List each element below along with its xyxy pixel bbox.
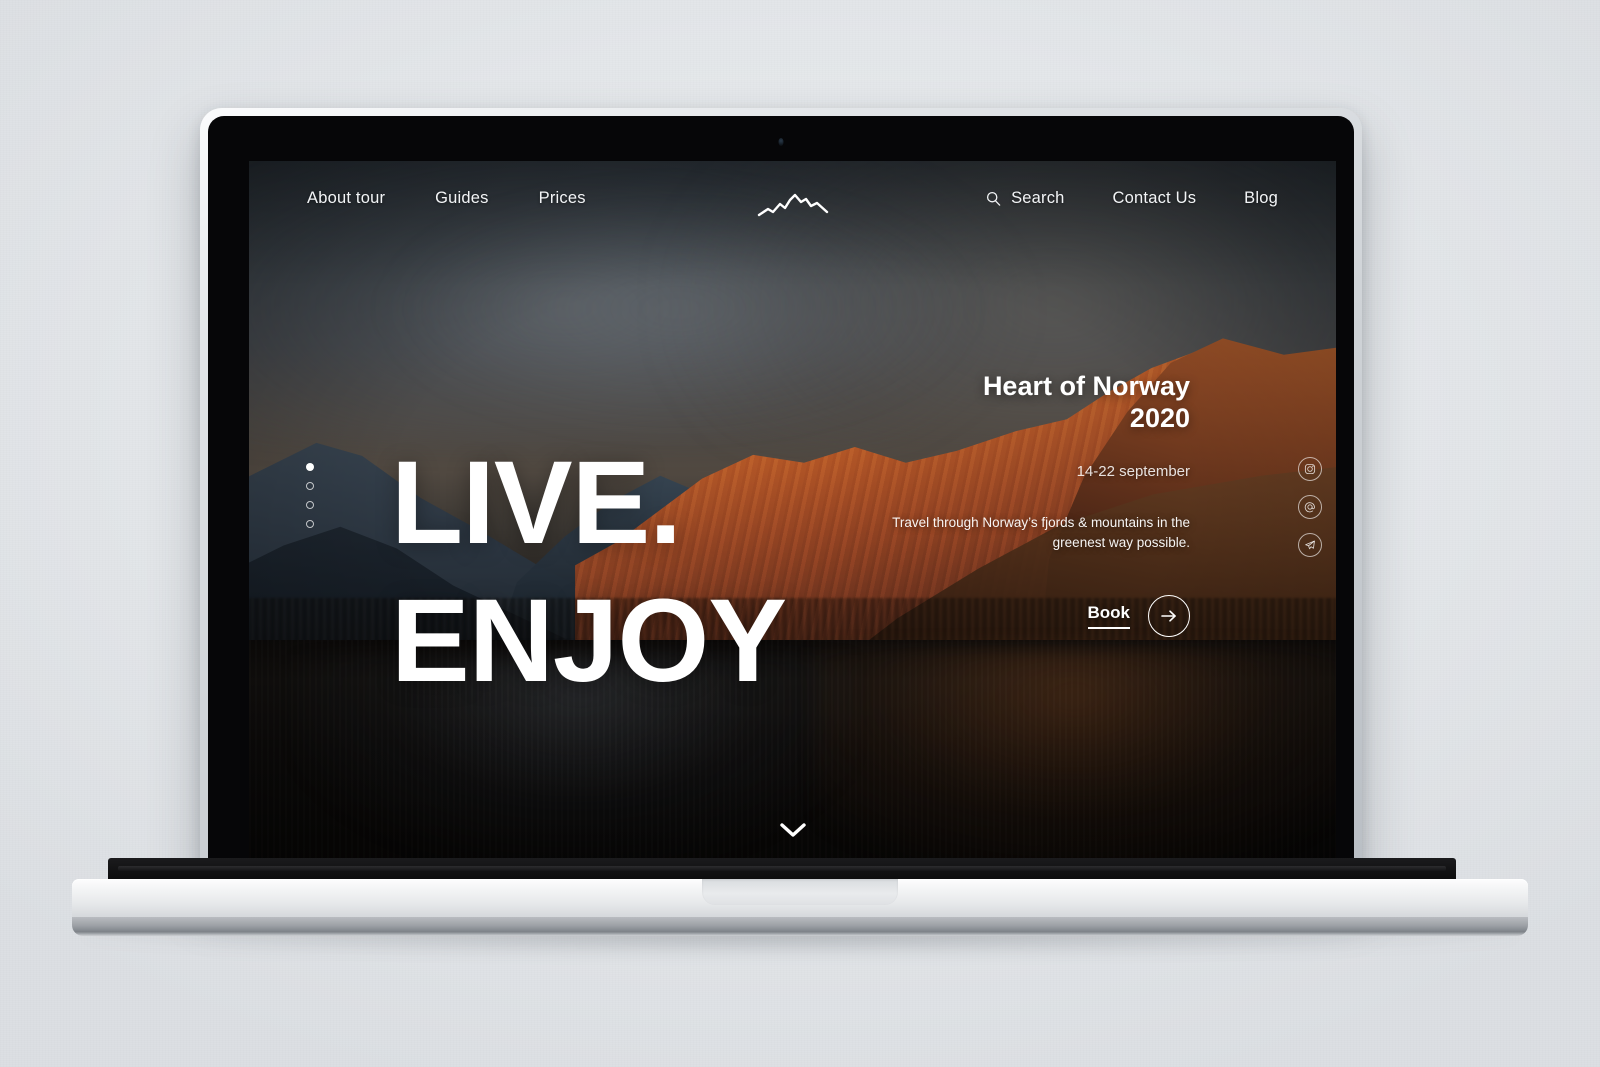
laptop-base-top — [72, 879, 1528, 919]
nav-item-blog[interactable]: Blog — [1244, 189, 1278, 208]
laptop-base-notch — [702, 879, 898, 905]
chevron-down-icon — [779, 823, 806, 837]
scene: About tour Guides Prices Search Contact … — [0, 0, 1600, 1067]
nav-left-group: About tour Guides Prices — [307, 189, 586, 208]
laptop-mockup: About tour Guides Prices Search Contact … — [200, 108, 1362, 883]
laptop-base — [72, 879, 1528, 937]
social-link-email[interactable] — [1298, 495, 1322, 519]
email-at-icon — [1304, 502, 1315, 513]
book-arrow-button[interactable] — [1148, 594, 1190, 637]
book-cta-row: Book — [890, 594, 1190, 637]
slider-dot-1[interactable] — [306, 463, 314, 471]
social-link-telegram[interactable] — [1298, 533, 1322, 557]
arrow-right-icon — [1161, 610, 1176, 622]
search-icon — [987, 191, 1001, 206]
tour-title: Heart of Norway 2020 — [890, 371, 1190, 435]
social-link-instagram[interactable] — [1298, 457, 1322, 481]
tour-title-line-2: 2020 — [1129, 402, 1190, 433]
scroll-down-button[interactable] — [778, 821, 808, 844]
nav-item-search[interactable]: Search — [986, 189, 1064, 208]
headline-line-2: ENJOY — [391, 574, 787, 707]
instagram-icon — [1304, 463, 1316, 475]
webcam-dot — [778, 138, 784, 146]
screen: About tour Guides Prices Search Contact … — [249, 161, 1336, 866]
laptop-bezel: About tour Guides Prices Search Contact … — [208, 116, 1354, 876]
nav-item-contact-us[interactable]: Contact Us — [1113, 189, 1197, 208]
mountain-range-logo-icon[interactable] — [757, 191, 829, 221]
tour-description: Travel through Norway’s fjords & mountai… — [892, 514, 1190, 550]
nav-item-guides[interactable]: Guides — [435, 189, 488, 208]
book-button-label[interactable]: Book — [1087, 603, 1130, 629]
nav-item-about-tour[interactable]: About tour — [307, 189, 385, 208]
nav-right-group: Search Contact Us Blog — [986, 189, 1278, 208]
website-ui: About tour Guides Prices Search Contact … — [249, 161, 1336, 866]
headline-line-1: LIVE. — [391, 437, 682, 570]
tour-info-panel: Heart of Norway 2020 14-22 september Tra… — [890, 371, 1190, 637]
slider-pagination — [306, 463, 314, 528]
laptop-base-edge — [72, 917, 1528, 936]
telegram-icon — [1305, 540, 1315, 550]
nav-item-prices[interactable]: Prices — [539, 189, 586, 208]
tour-date: 14-22 september — [1076, 462, 1190, 480]
laptop-hinge-line — [118, 866, 1446, 871]
laptop-lid: About tour Guides Prices Search Contact … — [200, 108, 1362, 883]
social-links — [1298, 457, 1322, 557]
slider-dot-2[interactable] — [306, 482, 314, 490]
nav-search-label: Search — [1011, 189, 1065, 207]
hero-headline: LIVE. ENJOY — [391, 444, 787, 707]
slider-dot-4[interactable] — [306, 520, 314, 528]
tour-title-line-1: Heart of Norway — [982, 371, 1190, 401]
slider-dot-3[interactable] — [306, 501, 314, 509]
